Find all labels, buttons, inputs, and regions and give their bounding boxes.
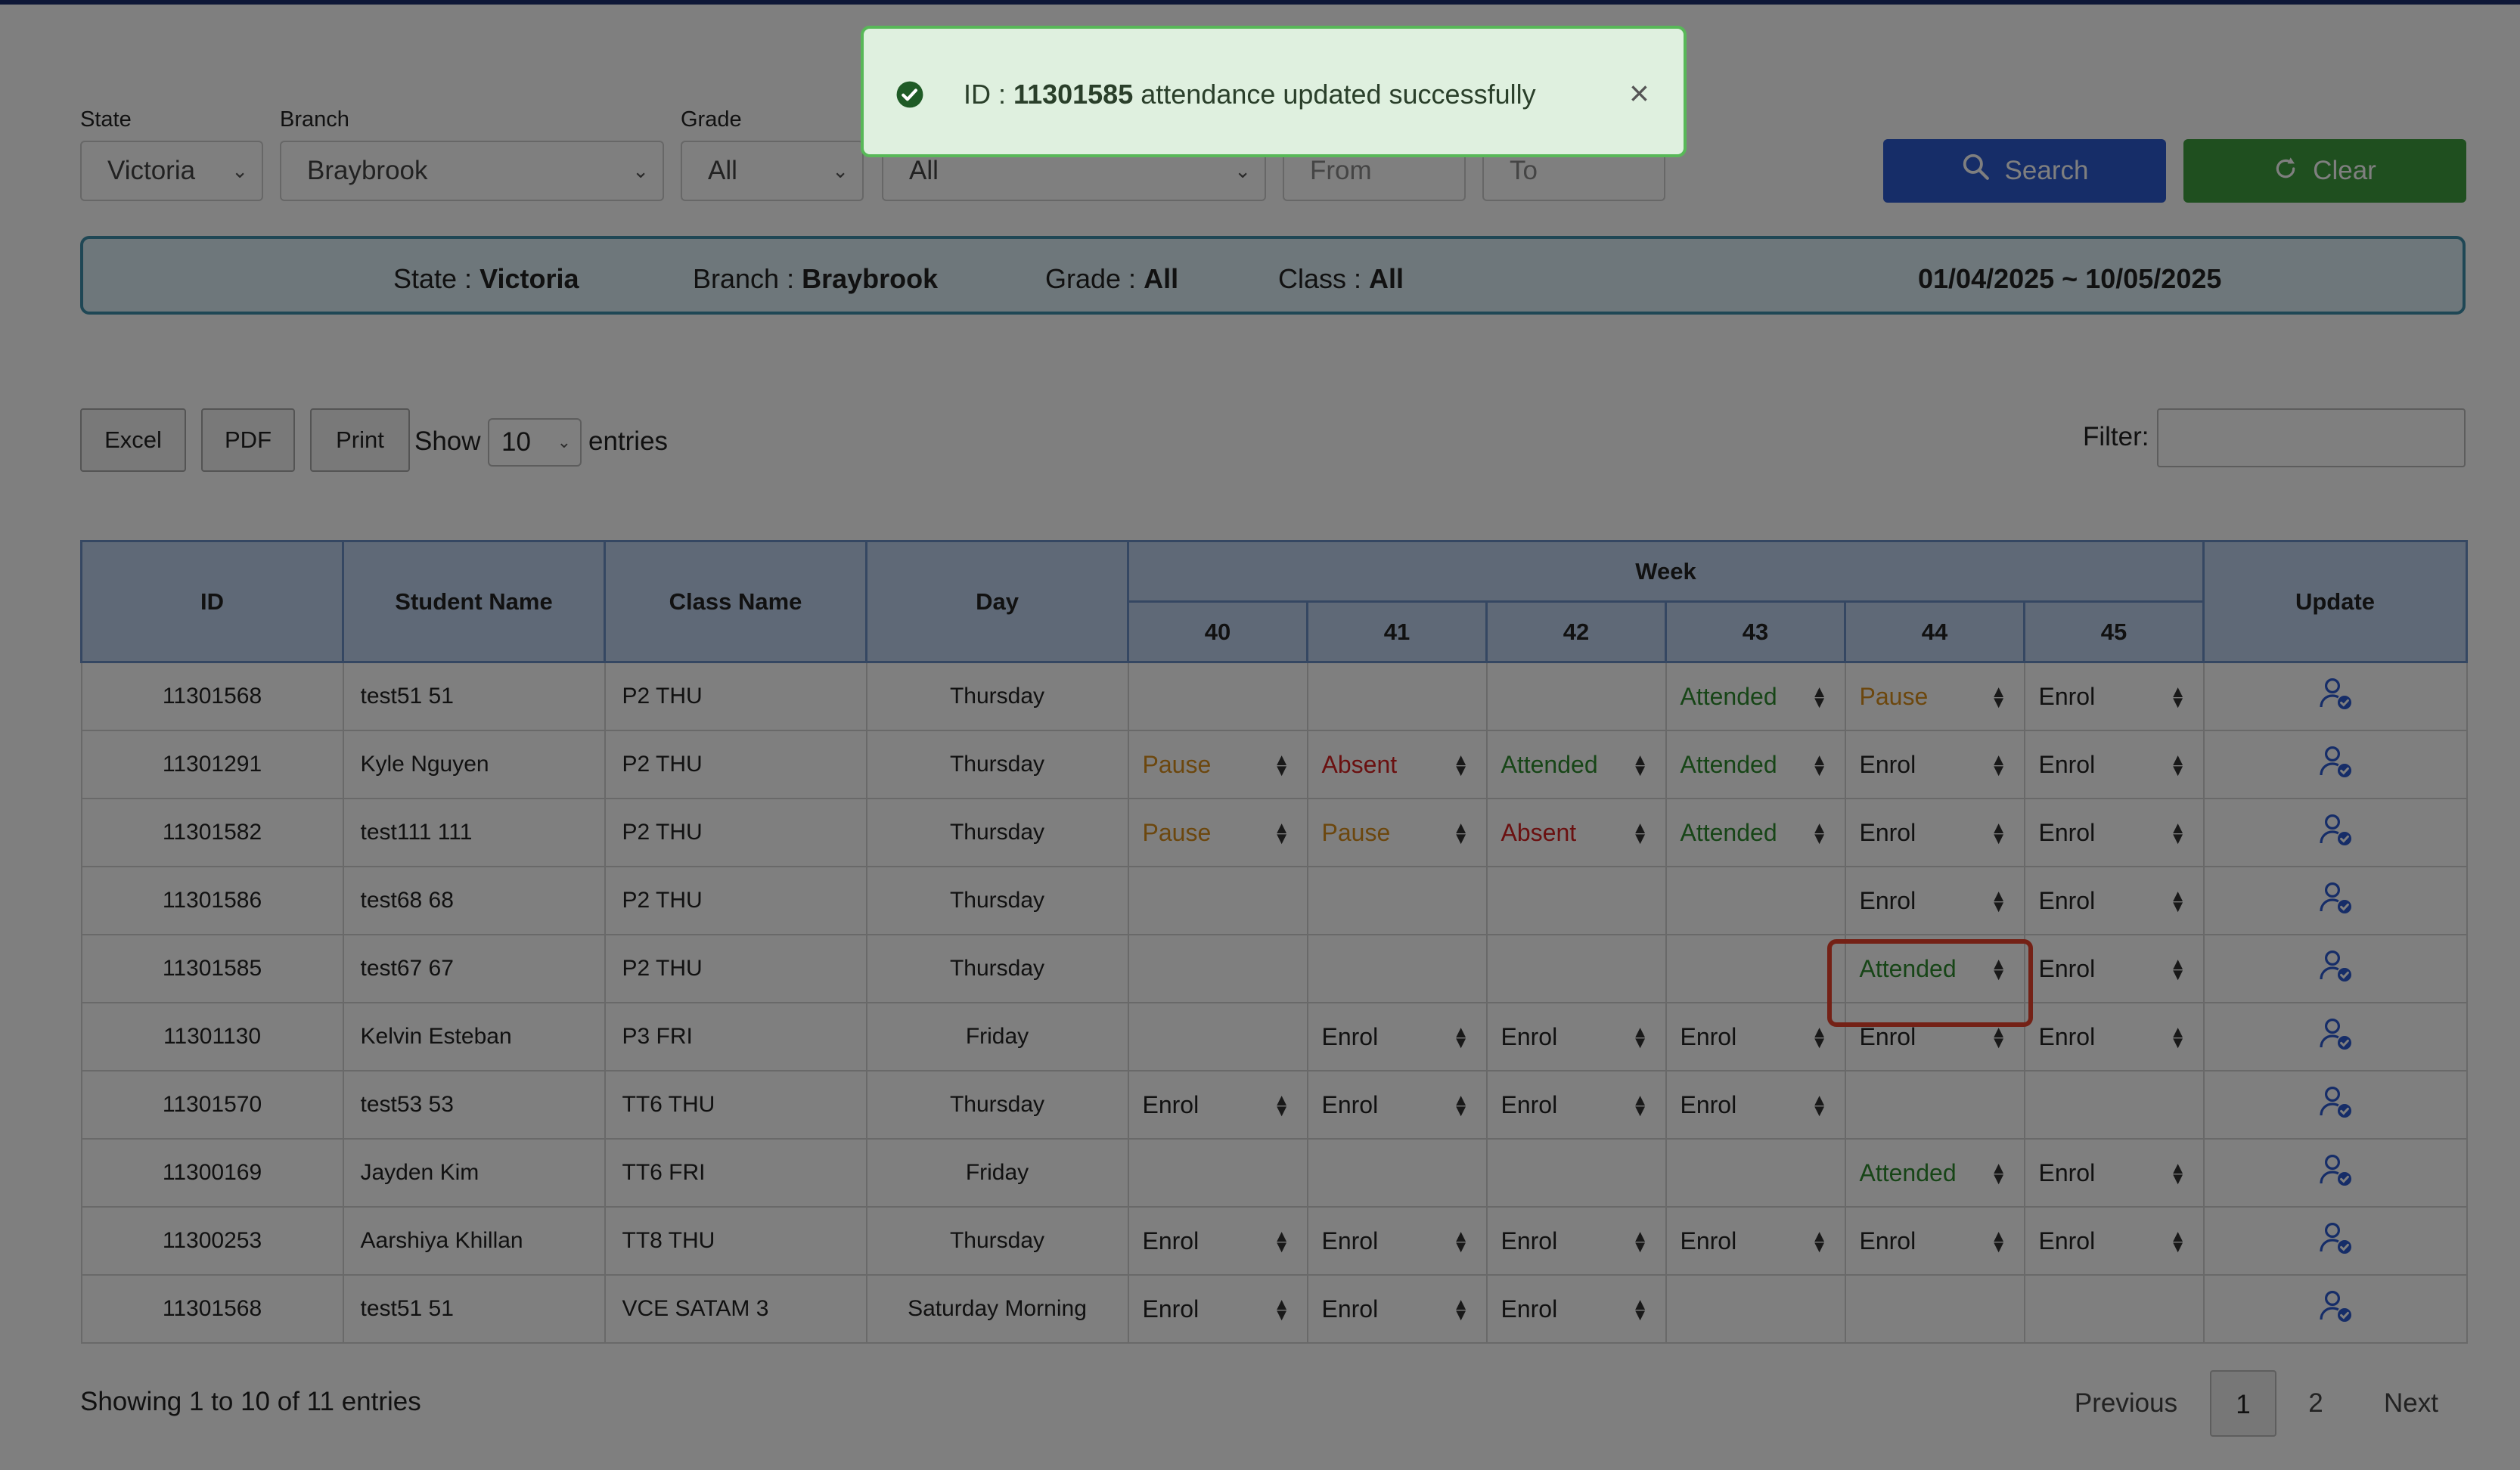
toast-message: ID : 11301585 attendance updated success… [964,79,1536,110]
modal-overlay [0,0,2520,1470]
close-icon[interactable]: × [1629,76,1649,110]
check-circle-icon [895,80,924,116]
success-toast: ID : 11301585 attendance updated success… [861,26,1687,157]
toast-id: 11301585 [1013,79,1134,110]
